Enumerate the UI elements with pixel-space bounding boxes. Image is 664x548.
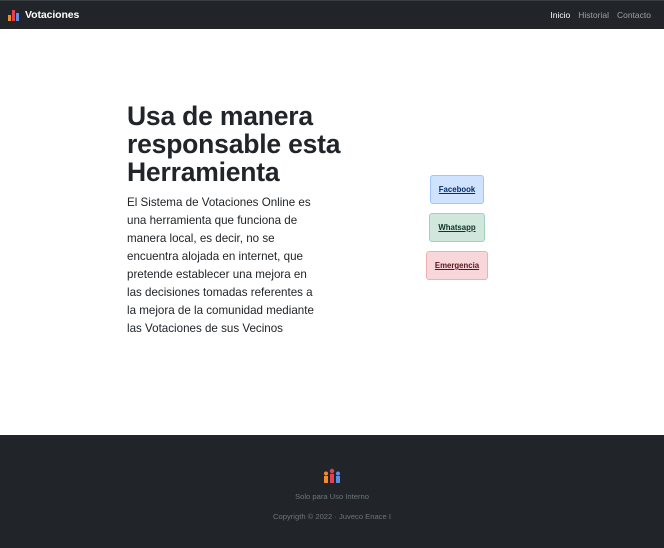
footer-note: Solo para Uso Interno (295, 492, 369, 501)
brand-name: Votaciones (25, 9, 80, 21)
footer-copyright: Copyrigth © 2022 · Juveco Enace I (273, 512, 391, 521)
top-navbar: Votaciones Inicio Historial Contacto (0, 0, 664, 29)
page-footer: Solo para Uso Interno Copyrigth © 2022 ·… (0, 435, 664, 548)
brand-link[interactable]: Votaciones (8, 9, 79, 21)
nav-link-inicio[interactable]: Inicio (550, 10, 570, 20)
bar-chart-icon (8, 9, 21, 21)
nav-links: Inicio Historial Contacto (550, 10, 651, 20)
hero-title: Usa de manera responsable esta Herramien… (127, 101, 341, 187)
emergencia-button[interactable]: Emergencia (426, 251, 488, 280)
nav-link-contacto[interactable]: Contacto (617, 10, 651, 20)
nav-link-historial[interactable]: Historial (578, 10, 609, 20)
whatsapp-button[interactable]: Whatsapp (429, 213, 485, 242)
hero-description: El Sistema de Votaciones Online es una h… (127, 196, 314, 335)
facebook-button[interactable]: Facebook (430, 175, 484, 204)
people-icon (324, 468, 340, 483)
